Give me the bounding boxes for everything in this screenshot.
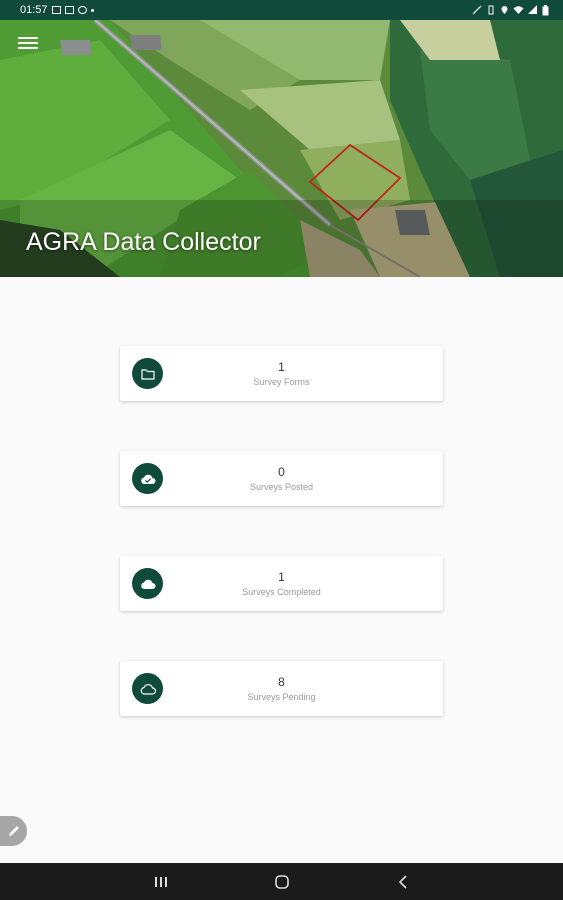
- menu-icon: [18, 37, 38, 39]
- stat-label: Survey Forms: [253, 377, 310, 387]
- app-title: AGRA Data Collector: [26, 228, 261, 256]
- dot-icon: [90, 8, 94, 12]
- stat-card-surveys-posted[interactable]: 0 Surveys Posted: [120, 451, 443, 506]
- signal-icon: [528, 5, 537, 14]
- pencil-icon: [8, 826, 19, 836]
- stat-label: Surveys Completed: [242, 587, 321, 597]
- status-time: 01:57: [20, 4, 48, 16]
- system-nav-bar: [0, 863, 563, 900]
- chat-icon: [77, 6, 87, 14]
- status-bar: 01:57: [0, 0, 563, 20]
- location-icon: [501, 6, 508, 14]
- stat-count: 8: [278, 675, 285, 689]
- header-banner: AGRA Data Collector: [0, 20, 563, 277]
- recents-button[interactable]: [146, 867, 176, 897]
- stat-count: 1: [278, 360, 285, 374]
- vibrate-icon: [488, 5, 494, 15]
- home-icon: [274, 874, 289, 889]
- back-button[interactable]: [388, 867, 418, 897]
- wifi-icon: [513, 6, 524, 14]
- mute-icon: [472, 5, 482, 15]
- edit-fab-button[interactable]: [0, 816, 27, 846]
- stat-count: 0: [278, 465, 285, 479]
- stat-card-surveys-completed[interactable]: 1 Surveys Completed: [120, 556, 443, 611]
- home-button[interactable]: [267, 867, 297, 897]
- stat-card-surveys-pending[interactable]: 8 Surveys Pending: [120, 661, 443, 716]
- battery-icon: [542, 4, 549, 15]
- stat-label: Surveys Pending: [247, 692, 316, 702]
- stat-card-survey-forms[interactable]: 1 Survey Forms: [120, 346, 443, 401]
- stat-label: Surveys Posted: [249, 482, 314, 492]
- back-icon: [398, 874, 407, 889]
- recents-icon: [154, 876, 167, 887]
- menu-button[interactable]: [18, 37, 38, 53]
- calendar-icon: [64, 6, 74, 14]
- image-icon: [51, 6, 61, 14]
- stat-count: 1: [278, 570, 285, 584]
